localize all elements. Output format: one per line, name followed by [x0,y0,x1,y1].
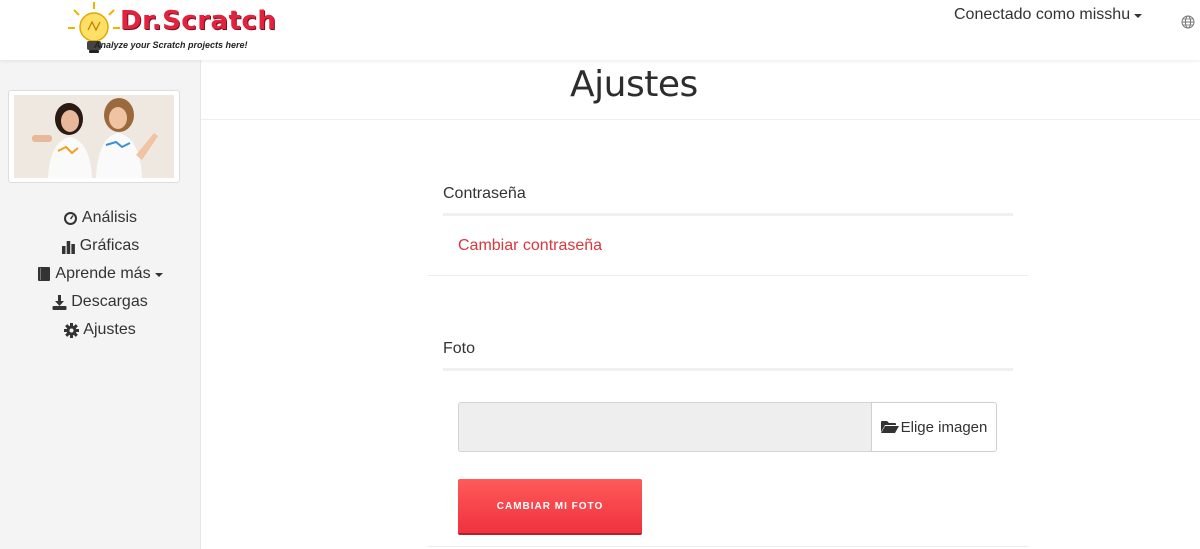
change-password-link[interactable]: Cambiar contraseña [458,237,602,255]
sidebar-item-label: Gráficas [79,237,140,254]
panel-divider [428,275,1028,276]
section-divider [443,213,1013,216]
password-panel: Contraseña Cambiar contraseña [428,120,1028,276]
caret-down-icon [154,273,163,277]
user-menu-label: Conectado como misshu [954,6,1131,23]
dr-scratch-logo[interactable]: Dr.Scratch Analyze your Scratch projects… [64,0,277,58]
photo-file-input[interactable] [458,402,871,452]
profile-photo [14,95,174,178]
choose-image-button[interactable]: Elige imagen [871,402,997,452]
password-section-title: Contraseña [443,185,526,202]
logo-subtitle: Analyze your Scratch projects here! [94,40,248,50]
page-title: Ajustes [570,64,698,105]
sidebar-nav: Análisis Gráficas Aprende más Descargas … [0,204,200,344]
choose-image-label: Elige imagen [900,418,988,436]
sidebar-item-ajustes[interactable]: Ajustes [0,316,200,344]
section-divider [443,368,1013,371]
sidebar-item-label: Análisis [81,209,138,226]
bar-chart-icon [61,240,75,254]
sidebar-item-analisis[interactable]: Análisis [0,204,200,232]
gear-icon [64,322,80,338]
sidebar-item-descargas[interactable]: Descargas [0,288,200,316]
download-icon [52,294,67,310]
logo-title: Dr.Scratch [120,6,277,36]
sidebar-item-aprende-mas[interactable]: Aprende más [0,260,200,288]
book-icon [38,267,51,281]
panel-divider [428,546,1028,547]
photo-section-title: Foto [443,340,476,357]
user-menu-dropdown[interactable]: Conectado como misshu [954,6,1143,24]
profile-photo-frame [8,90,180,183]
top-navbar: Dr.Scratch Analyze your Scratch projects… [0,0,1200,60]
sidebar-item-label: Descargas [71,293,148,310]
sidebar-item-label: Aprende más [55,265,151,282]
sidebar: Análisis Gráficas Aprende más Descargas … [0,60,201,549]
dashboard-icon [63,211,77,225]
sidebar-item-label: Ajustes [83,321,136,338]
globe-icon[interactable] [1181,15,1195,29]
page-header: Ajustes [201,60,1200,120]
sidebar-item-graficas[interactable]: Gráficas [0,232,200,260]
change-photo-button[interactable]: CAMBIAR MI FOTO [458,479,642,535]
caret-down-icon [1134,14,1143,18]
folder-open-icon [880,421,899,433]
